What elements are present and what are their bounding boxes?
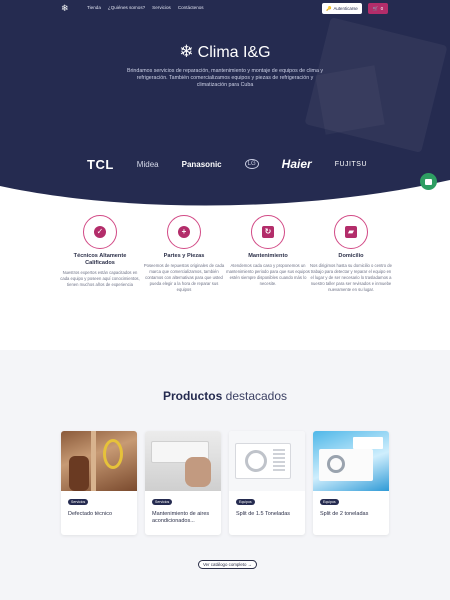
cart-button[interactable]: 🛒 0 xyxy=(368,3,388,14)
service-title: Técnicos Altamente Calificados xyxy=(73,253,127,266)
product-image[interactable] xyxy=(313,431,389,491)
brand-logo-panasonic: Panasonic xyxy=(181,159,222,169)
service-card: ↻ Mantenimiento Atendemos cada caso y pr… xyxy=(226,212,310,287)
product-name[interactable]: Split de 2 toneladas xyxy=(320,511,386,518)
key-icon: 🔑 xyxy=(326,6,332,11)
brand-logo-fujitsu: FUJITSU xyxy=(334,160,367,168)
service-title: Partes y Piezas xyxy=(163,253,205,259)
product-image[interactable] xyxy=(145,431,221,491)
service-description: Nos dirigimos hasta su domicilio o centr… xyxy=(310,263,392,293)
plus-icon: + xyxy=(178,226,190,238)
nav-link-quienes-somos[interactable]: ¿Quiénes somos? xyxy=(108,5,145,11)
product-card[interactable]: Equipos Split de 2 toneladas xyxy=(313,431,389,535)
section-title-bold: Productos xyxy=(162,389,223,403)
service-description: Nuestros expertos están capacitados en c… xyxy=(60,270,140,288)
product-image[interactable] xyxy=(229,431,305,491)
service-description: Poseemos de repuestos originales de cada… xyxy=(143,263,225,293)
service-icon-circle: ✓ xyxy=(83,215,117,249)
service-icon-circle: ▰ xyxy=(334,215,368,249)
page-title: ❄ Clima I&G xyxy=(0,42,450,63)
refresh-icon: ↻ xyxy=(262,226,274,238)
nav-link-tienda[interactable]: Tienda xyxy=(87,5,101,11)
view-catalog-button[interactable]: Ver catálogo completo → xyxy=(198,560,258,569)
service-card: ▰ Domicilio Nos dirigimos hasta su domic… xyxy=(309,212,393,293)
service-icon-circle: ↻ xyxy=(251,215,285,249)
product-card[interactable]: Equipos Split de 1.5 Toneladas xyxy=(229,431,305,535)
brand-logo-haier: Haier xyxy=(281,157,312,171)
nav-links: Tienda ¿Quiénes somos? Servicios Contáct… xyxy=(87,5,204,11)
services-section: ✓ Técnicos Altamente Calificados Nuestro… xyxy=(0,210,450,350)
product-tag: Equipos xyxy=(320,499,339,505)
service-card: ✓ Técnicos Altamente Calificados Nuestro… xyxy=(58,212,142,288)
product-card[interactable]: Servicios Defectado técnico xyxy=(61,431,137,535)
hero-section: ❄ Tienda ¿Quiénes somos? Servicios Contá… xyxy=(0,0,450,210)
snowflake-icon: ❄ xyxy=(179,42,194,61)
hero-wave-divider xyxy=(0,180,450,210)
chat-button[interactable] xyxy=(420,173,437,190)
featured-products-section: Productos destacados Servicios Defectado… xyxy=(0,350,450,600)
section-title-light: destacados xyxy=(225,389,288,403)
service-title: Domicilio xyxy=(338,253,364,259)
cart-icon: 🛒 xyxy=(372,6,379,11)
login-label: Autenticarse xyxy=(333,6,358,11)
brand-logo-midea: Midea xyxy=(136,159,159,169)
user-check-icon: ✓ xyxy=(94,226,106,238)
section-title: Productos destacados xyxy=(0,389,450,403)
login-button[interactable]: 🔑 Autenticarse xyxy=(322,3,362,14)
snowflake-icon[interactable]: ❄ xyxy=(61,4,69,13)
product-tag: Servicios xyxy=(152,499,173,505)
service-description: Atendemos cada caso y proponemos un mant… xyxy=(226,263,310,287)
hero-description: Brindamos servicios de reparación, mante… xyxy=(126,68,324,88)
service-card: + Partes y Piezas Poseemos de repuestos … xyxy=(142,212,226,293)
product-tag: Equipos xyxy=(236,499,255,505)
cart-count: 0 xyxy=(380,6,384,11)
nav-link-contactenos[interactable]: Contáctenos xyxy=(178,5,204,11)
nav-link-servicios[interactable]: Servicios xyxy=(152,5,171,11)
product-image[interactable] xyxy=(61,431,137,491)
truck-icon: ▰ xyxy=(345,226,357,238)
hero-title-text: Clima I&G xyxy=(197,44,271,61)
service-icon-circle: + xyxy=(167,215,201,249)
product-tag: Servicios xyxy=(68,499,89,505)
product-name[interactable]: Mantenimiento de aires acondicionados... xyxy=(152,511,218,525)
product-name[interactable]: Defectado técnico xyxy=(68,511,134,518)
service-title: Mantenimiento xyxy=(248,253,288,259)
brand-logo-lg: LG xyxy=(244,159,259,169)
product-name[interactable]: Split de 1.5 Toneladas xyxy=(236,511,302,518)
hero-decor-shape xyxy=(315,65,385,135)
chat-icon xyxy=(425,178,432,185)
top-navbar: ❄ Tienda ¿Quiénes somos? Servicios Contá… xyxy=(0,0,450,17)
product-card[interactable]: Servicios Mantenimiento de aires acondic… xyxy=(145,431,221,535)
